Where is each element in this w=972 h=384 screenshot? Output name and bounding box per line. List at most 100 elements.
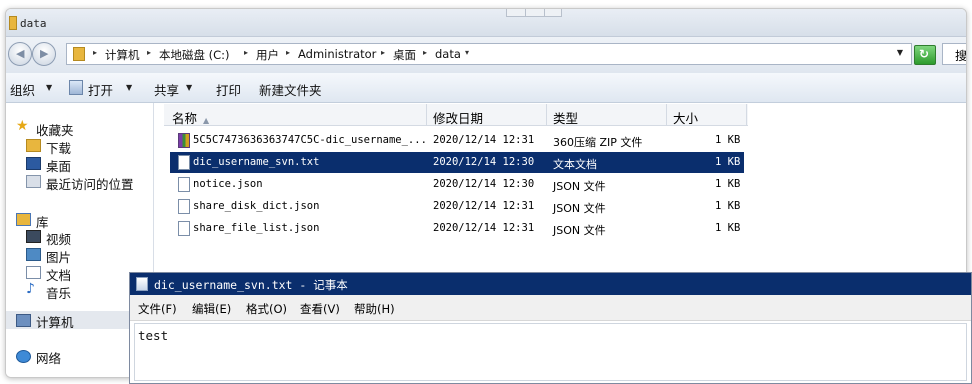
downloads-folder-icon <box>26 139 41 152</box>
file-modified: 2020/12/14 12:31 <box>433 222 535 234</box>
menu-edit[interactable]: 编辑(E) <box>192 301 231 317</box>
breadcrumb-desktop[interactable]: 桌面 <box>393 47 416 63</box>
column-type-label: 类型 <box>553 111 579 126</box>
column-name-header[interactable]: 名称 ▲ <box>164 104 427 126</box>
title-bar: data <box>6 9 966 37</box>
address-dropdown-icon[interactable]: ▼ <box>897 48 903 57</box>
file-type: 文本文档 <box>553 158 597 171</box>
file-size: 1 KB <box>715 178 741 190</box>
json-file-icon <box>178 221 190 236</box>
file-row[interactable]: share_file_list.json 2020/12/14 12:31 JS… <box>170 218 744 239</box>
json-file-icon <box>178 199 190 214</box>
column-name-label: 名称 <box>172 111 198 126</box>
command-toolbar: 组织 ▼ 打开 ▼ 共享 ▼ 打印 新建文件夹 <box>6 73 966 103</box>
print-button[interactable]: 打印 <box>216 80 241 99</box>
folder-icon <box>73 47 85 61</box>
notepad-menu-bar: 文件(F) 编辑(E) 格式(O) 查看(V) 帮助(H) <box>130 295 971 321</box>
chevron-right-icon[interactable]: ▸ <box>381 48 385 57</box>
open-button[interactable]: 打开 <box>88 80 113 99</box>
file-name: dic_username_svn.txt <box>193 156 320 168</box>
nav-recent-places[interactable]: 最近访问的位置 <box>46 174 134 193</box>
notepad-icon <box>136 277 148 291</box>
nav-music[interactable]: 音乐 <box>46 283 71 302</box>
nav-videos[interactable]: 视频 <box>46 229 71 248</box>
zip-icon <box>178 133 190 148</box>
chevron-right-icon[interactable]: ▸ <box>93 48 97 57</box>
notepad-title: dic_username_svn.txt - 记事本 <box>154 278 348 292</box>
column-modified-header[interactable]: 修改日期 <box>427 104 547 126</box>
file-row[interactable]: 5C5C7473636363747C5C-dic_username_... 20… <box>170 130 744 151</box>
recent-places-icon <box>26 175 41 188</box>
nav-computer[interactable]: 计算机 <box>36 312 74 331</box>
chevron-down-icon[interactable]: ▼ <box>46 83 52 92</box>
nav-downloads[interactable]: 下载 <box>46 138 71 157</box>
chevron-right-icon[interactable]: ▸ <box>147 48 151 57</box>
chevron-down-icon[interactable]: ▼ <box>186 83 192 92</box>
nav-desktop[interactable]: 桌面 <box>46 156 71 175</box>
file-name: share_disk_dict.json <box>193 200 320 212</box>
menu-format[interactable]: 格式(O) <box>246 301 287 317</box>
nav-pictures[interactable]: 图片 <box>46 247 71 266</box>
forward-button[interactable]: ▶ <box>32 42 56 66</box>
chevron-right-icon[interactable]: ▸ <box>286 48 290 57</box>
notepad-window: dic_username_svn.txt - 记事本 文件(F) 编辑(E) 格… <box>129 272 972 384</box>
nav-documents[interactable]: 文档 <box>46 265 71 284</box>
file-row-selected[interactable]: dic_username_svn.txt 2020/12/14 12:30 文本… <box>170 152 744 173</box>
file-modified: 2020/12/14 12:30 <box>433 156 535 168</box>
network-icon <box>16 350 31 363</box>
new-folder-button[interactable]: 新建文件夹 <box>259 80 322 99</box>
address-row: ◀ ▶ ▸ 计算机 ▸ 本地磁盘 (C:) ▸ 用户 ▸ Administrat… <box>6 37 966 73</box>
notepad-icon <box>69 80 83 95</box>
menu-view[interactable]: 查看(V) <box>300 301 340 317</box>
breadcrumb-users[interactable]: 用户 <box>256 47 279 63</box>
forward-arrow-icon: ▶ <box>40 47 49 60</box>
address-bar[interactable]: ▸ 计算机 ▸ 本地磁盘 (C:) ▸ 用户 ▸ Administrator ▸… <box>66 43 912 65</box>
nav-network[interactable]: 网络 <box>36 348 61 367</box>
file-name: notice.json <box>193 178 263 190</box>
library-icon <box>16 213 31 226</box>
file-list-header: 名称 ▲ 修改日期 类型 大小 <box>164 104 748 126</box>
file-type: JSON 文件 <box>553 180 606 193</box>
pictures-icon <box>26 248 41 261</box>
organize-button[interactable]: 组织 <box>10 80 35 99</box>
breadcrumb-local-disk[interactable]: 本地磁盘 (C:) <box>159 47 230 63</box>
file-modified: 2020/12/14 12:31 <box>433 200 535 212</box>
documents-icon <box>26 266 41 279</box>
notepad-title-bar[interactable]: dic_username_svn.txt - 记事本 <box>130 273 971 295</box>
caption-buttons[interactable] <box>506 9 562 17</box>
menu-help[interactable]: 帮助(H) <box>354 301 395 317</box>
sort-ascending-icon: ▲ <box>203 116 210 125</box>
computer-icon <box>16 314 31 327</box>
file-type: JSON 文件 <box>553 224 606 237</box>
file-type: JSON 文件 <box>553 202 606 215</box>
file-name: 5C5C7473636363747C5C-dic_username_... <box>193 134 427 146</box>
breadcrumb-administrator[interactable]: Administrator <box>298 47 376 61</box>
back-button[interactable]: ◀ <box>8 42 32 66</box>
chevron-right-icon[interactable]: ▸ <box>244 48 248 57</box>
refresh-button[interactable]: ↻ <box>914 45 936 65</box>
nav-favorites[interactable]: 收藏夹 <box>36 120 74 139</box>
back-arrow-icon: ◀ <box>16 47 25 60</box>
desktop-icon <box>26 157 41 170</box>
breadcrumb-data[interactable]: data <box>435 47 461 61</box>
json-file-icon <box>178 177 190 192</box>
file-type: 360压缩 ZIP 文件 <box>553 136 643 149</box>
file-row[interactable]: share_disk_dict.json 2020/12/14 12:31 JS… <box>170 196 744 217</box>
chevron-down-icon[interactable]: ▼ <box>126 83 132 92</box>
column-type-header[interactable]: 类型 <box>547 104 667 126</box>
menu-file[interactable]: 文件(F) <box>138 301 177 317</box>
file-modified: 2020/12/14 12:30 <box>433 178 535 190</box>
breadcrumb-computer[interactable]: 计算机 <box>105 47 140 63</box>
column-size-label: 大小 <box>673 111 699 126</box>
notepad-text-area[interactable]: test <box>134 323 967 381</box>
share-button[interactable]: 共享 <box>154 80 179 99</box>
folder-icon <box>9 16 17 30</box>
star-icon: ★ <box>16 118 29 134</box>
file-row[interactable]: notice.json 2020/12/14 12:30 JSON 文件 1 K… <box>170 174 744 195</box>
column-size-header[interactable]: 大小 <box>667 104 747 126</box>
chevron-down-icon[interactable]: ▾ <box>465 48 469 57</box>
file-size: 1 KB <box>715 134 741 146</box>
chevron-right-icon[interactable]: ▸ <box>423 48 427 57</box>
search-input[interactable]: 搜 <box>942 43 966 65</box>
notepad-content: test <box>138 328 169 343</box>
